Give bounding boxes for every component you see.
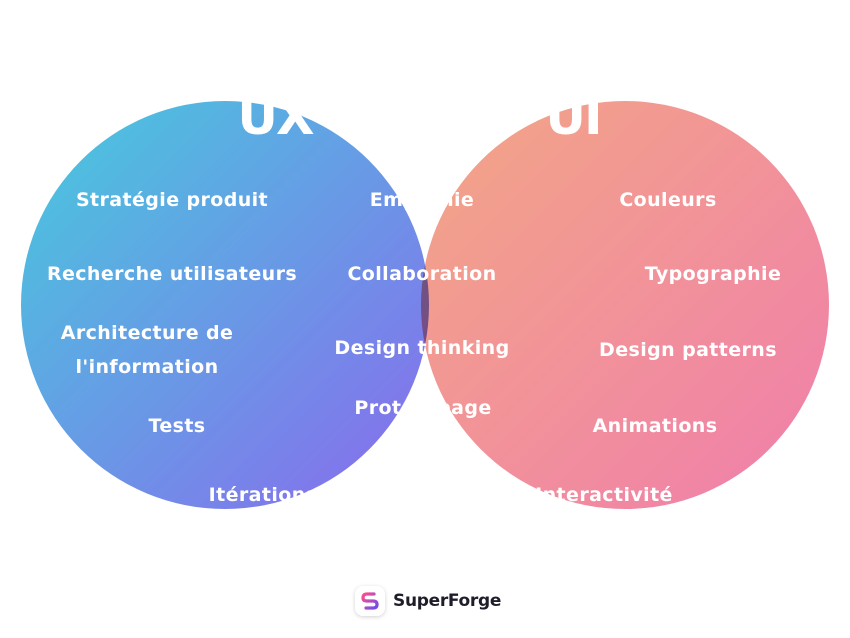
ux-title: UX bbox=[237, 88, 314, 146]
ui-item: Design patterns bbox=[599, 339, 777, 361]
shared-item: Collaboration bbox=[347, 263, 497, 285]
ui-item: Couleurs bbox=[619, 189, 717, 211]
shared-item: Prototypage bbox=[354, 397, 492, 419]
superforge-logo-icon bbox=[355, 586, 385, 616]
ux-item: Itérations bbox=[208, 484, 318, 506]
ui-circle bbox=[421, 101, 829, 509]
ui-title: UI bbox=[545, 88, 602, 146]
venn-diagram: UX UI Stratégie produit Recherche utilis… bbox=[0, 0, 850, 638]
ux-item: Tests bbox=[148, 415, 206, 437]
ux-item: Architecture de l'information bbox=[61, 316, 234, 384]
ui-item: Animations bbox=[592, 415, 718, 437]
ux-item-line: l'information bbox=[75, 356, 219, 378]
brand-name: SuperForge bbox=[393, 591, 502, 611]
ux-item: Recherche utilisateurs bbox=[46, 263, 298, 285]
shared-item: Design thinking bbox=[334, 337, 510, 359]
ux-item-line: Architecture de bbox=[60, 322, 234, 344]
ux-item: Stratégie produit bbox=[75, 189, 269, 211]
brand: SuperForge bbox=[355, 586, 501, 616]
ui-item: Interactivité bbox=[535, 484, 673, 506]
ui-item: Typographie bbox=[644, 263, 782, 285]
shared-item: Empathie bbox=[369, 189, 475, 211]
